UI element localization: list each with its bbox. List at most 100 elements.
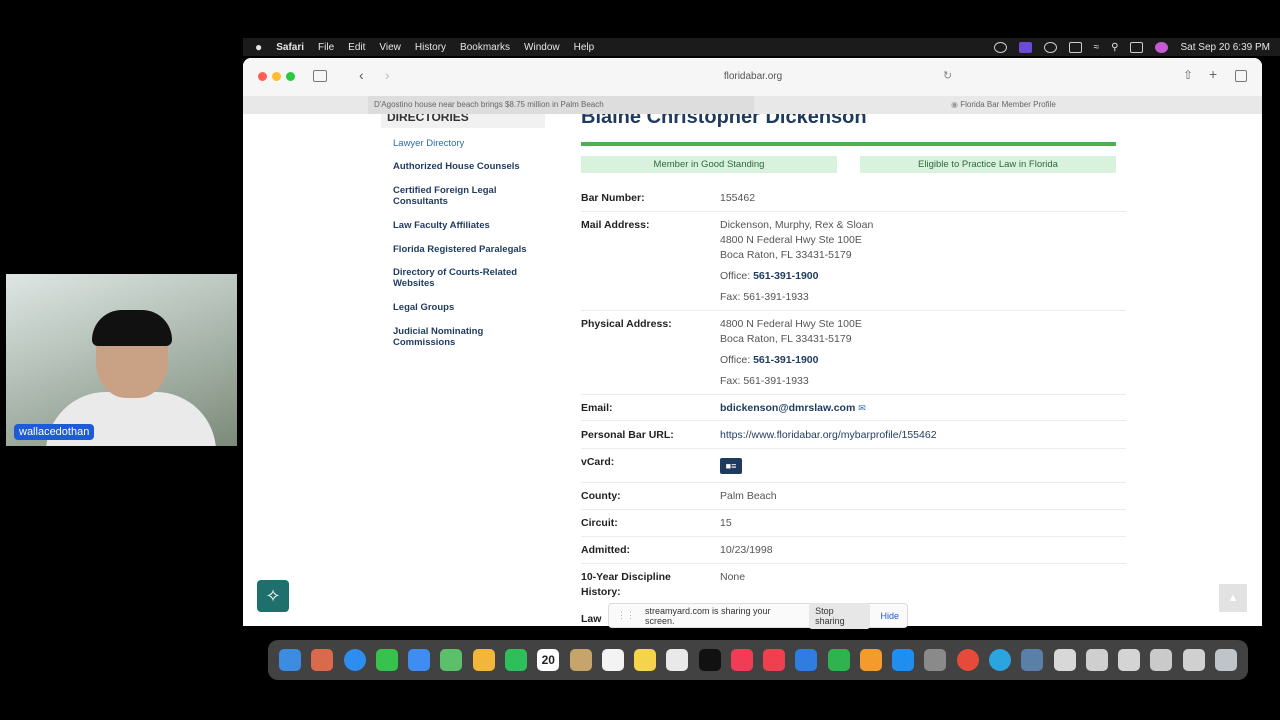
- launchpad-icon[interactable]: [311, 649, 334, 671]
- contacts-icon[interactable]: [569, 649, 592, 671]
- menu-window[interactable]: Window: [524, 42, 560, 53]
- menu-clock[interactable]: Sat Sep 20 6:39 PM: [1180, 42, 1270, 53]
- tab-bar: D'Agostino house near beach brings $8.75…: [243, 96, 1262, 115]
- hide-sharing-button[interactable]: Hide: [880, 611, 899, 621]
- menu-bookmarks[interactable]: Bookmarks: [460, 42, 510, 53]
- music-icon[interactable]: [730, 649, 753, 671]
- new-tab-icon[interactable]: +: [1209, 66, 1217, 82]
- facetime-icon[interactable]: [504, 649, 527, 671]
- mail-line-3: Boca Raton, FL 33431-5179: [720, 249, 852, 261]
- webcam-name-badge: wallacedothan: [14, 424, 95, 440]
- menu-edit[interactable]: Edit: [348, 42, 365, 53]
- reload-icon[interactable]: ↻: [943, 69, 952, 82]
- freeform-icon[interactable]: [666, 649, 689, 671]
- sidebar-link-lawyer-directory[interactable]: Lawyer Directory: [393, 138, 543, 149]
- telegram-icon[interactable]: [988, 649, 1011, 671]
- close-window-button[interactable]: [258, 72, 267, 81]
- sidebar-link-legal-groups[interactable]: Legal Groups: [393, 302, 543, 313]
- menu-view[interactable]: View: [379, 42, 401, 53]
- member-name: Blaine Christopher Dickenson: [581, 114, 867, 128]
- discipline-value: None: [720, 571, 746, 583]
- control-center-icon[interactable]: [1130, 41, 1144, 53]
- sidebar-heading: DIRECTORIES: [381, 114, 545, 128]
- mail-office: Office: 561-391-1900: [720, 269, 818, 284]
- mail-fax: Fax: 561-391-1933: [720, 291, 809, 303]
- document-icon[interactable]: [1182, 649, 1205, 671]
- web-page: DIRECTORIES Lawyer Directory Authorized …: [243, 114, 1262, 626]
- eligible-badge: Eligible to Practice Law in Florida: [860, 156, 1116, 173]
- spotlight-search-icon[interactable]: ⚲: [1111, 42, 1118, 53]
- finder-icon[interactable]: [279, 649, 302, 671]
- menu-help[interactable]: Help: [574, 42, 595, 53]
- mail-line-2: 4800 N Federal Hwy Ste 100E: [720, 234, 862, 246]
- play-icon[interactable]: [1043, 41, 1057, 53]
- sidebar-link-courts-websites[interactable]: Directory of Courts-Related Websites: [393, 267, 533, 289]
- document-icon[interactable]: [1085, 649, 1108, 671]
- preview-icon[interactable]: [1021, 649, 1044, 671]
- sidebar-link-judicial-commissions[interactable]: Judicial Nominating Commissions: [393, 326, 503, 348]
- system-settings-icon[interactable]: [924, 649, 947, 671]
- news-icon[interactable]: [763, 649, 786, 671]
- document-icon[interactable]: [1053, 649, 1076, 671]
- email-link[interactable]: bdickenson@dmrslaw.com: [720, 402, 855, 414]
- tab-overview-icon[interactable]: [1235, 70, 1247, 82]
- envelope-icon[interactable]: ✉: [858, 403, 866, 413]
- pages-icon[interactable]: [859, 649, 882, 671]
- battery-icon[interactable]: [1068, 41, 1082, 53]
- office-label: Office:: [720, 270, 751, 282]
- sidebar-link-house-counsels[interactable]: Authorized House Counsels: [393, 161, 543, 172]
- webcam-feed: wallacedothan: [6, 274, 237, 446]
- share-icon[interactable]: ⇧: [1183, 68, 1193, 82]
- mac-menu-bar: ● Safari File Edit View History Bookmark…: [243, 38, 1280, 56]
- calendar-icon[interactable]: 20: [537, 649, 560, 671]
- menu-app-name[interactable]: Safari: [276, 42, 304, 53]
- divider: [581, 482, 1126, 483]
- county-label: County:: [581, 490, 621, 502]
- trash-icon[interactable]: [1214, 649, 1237, 671]
- physical-line-2: Boca Raton, FL 33431-5179: [720, 333, 852, 345]
- tab-florida-bar-profile[interactable]: ◉ Florida Bar Member Profile: [951, 96, 1251, 114]
- personal-url-link[interactable]: https://www.floridabar.org/mybarprofile/…: [720, 428, 937, 443]
- vcard-icon[interactable]: ■≡: [720, 458, 742, 474]
- apple-menu-icon[interactable]: ●: [255, 40, 262, 54]
- numbers-icon[interactable]: [827, 649, 850, 671]
- email-row: bdickenson@dmrslaw.com ✉: [720, 401, 866, 416]
- scroll-to-top-icon[interactable]: ▲: [1219, 584, 1247, 612]
- screen-share-icon[interactable]: [1018, 41, 1032, 53]
- menu-history[interactable]: History: [415, 42, 446, 53]
- forward-button-icon[interactable]: ›: [385, 67, 390, 83]
- stop-sharing-button[interactable]: Stop sharing: [809, 602, 871, 629]
- good-standing-badge: Member in Good Standing: [581, 156, 837, 173]
- address-bar[interactable]: floridabar.org: [523, 66, 983, 88]
- record-icon[interactable]: [993, 41, 1007, 53]
- sidebar-link-paralegals[interactable]: Florida Registered Paralegals: [393, 244, 543, 255]
- notes-icon[interactable]: [634, 649, 657, 671]
- tab-dagostino-house[interactable]: D'Agostino house near beach brings $8.75…: [368, 96, 754, 114]
- zoom-window-button[interactable]: [286, 72, 295, 81]
- menu-file[interactable]: File: [318, 42, 334, 53]
- office-phone-link[interactable]: 561-391-1900: [753, 354, 818, 366]
- apple-tv-icon[interactable]: [698, 649, 721, 671]
- office-phone-link[interactable]: 561-391-1900: [753, 270, 818, 282]
- wifi-icon[interactable]: ≈: [1094, 42, 1100, 53]
- admitted-label: Admitted:: [581, 544, 630, 556]
- back-button-icon[interactable]: ‹: [359, 67, 364, 83]
- chrome-icon[interactable]: [956, 649, 979, 671]
- siri-icon[interactable]: [1155, 41, 1169, 53]
- document-icon[interactable]: [1118, 649, 1141, 671]
- drag-handle-icon[interactable]: ⋮⋮: [617, 610, 635, 621]
- document-icon[interactable]: [1150, 649, 1173, 671]
- minimize-window-button[interactable]: [272, 72, 281, 81]
- photos-icon[interactable]: [472, 649, 495, 671]
- reminders-icon[interactable]: [601, 649, 624, 671]
- sidebar-link-foreign-legal-consultants[interactable]: Certified Foreign Legal Consultants: [393, 185, 518, 207]
- keynote-icon[interactable]: [795, 649, 818, 671]
- messages-icon[interactable]: [375, 649, 398, 671]
- maps-icon[interactable]: [440, 649, 463, 671]
- accessibility-icon[interactable]: ✧: [257, 580, 289, 612]
- app-store-icon[interactable]: [892, 649, 915, 671]
- mail-icon[interactable]: [408, 649, 431, 671]
- safari-icon[interactable]: [343, 649, 366, 671]
- sidebar-toggle-icon[interactable]: [313, 70, 327, 82]
- sidebar-link-law-faculty[interactable]: Law Faculty Affiliates: [393, 220, 543, 231]
